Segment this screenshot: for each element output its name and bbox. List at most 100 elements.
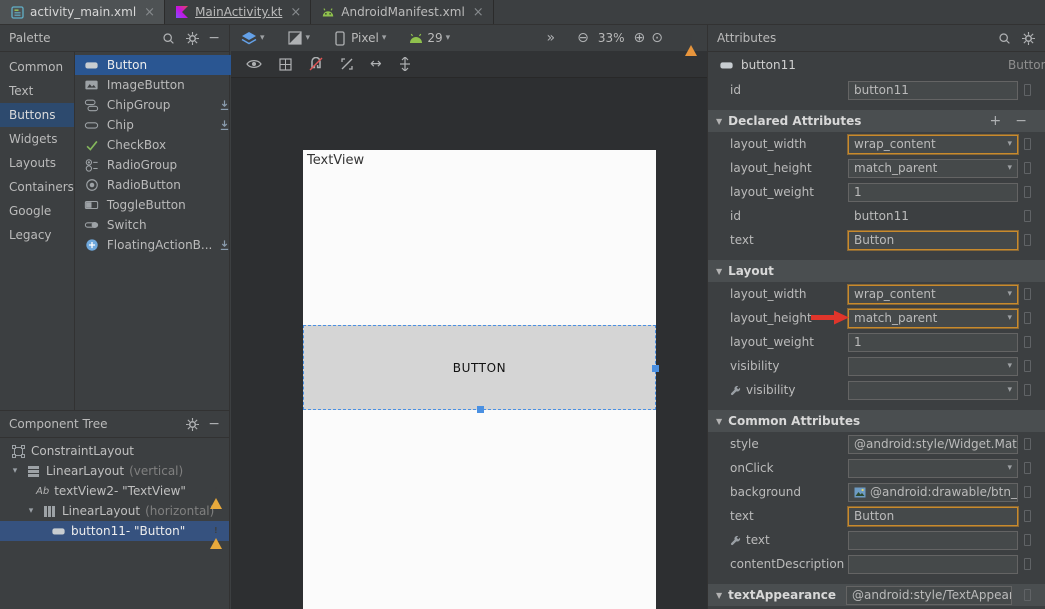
attr-flag-icon[interactable] [1024, 138, 1031, 150]
attr-flag-icon[interactable] [1024, 210, 1031, 222]
design-surface-selector[interactable]: ▾ [241, 30, 265, 46]
chevron-down-icon[interactable]: ▾ [26, 506, 36, 516]
attr-flag-icon[interactable] [1024, 384, 1031, 396]
attr-flag-icon[interactable] [1024, 462, 1031, 474]
palette-category-layouts[interactable]: Layouts [0, 151, 74, 175]
palette-item-chipgroup[interactable]: ChipGroup [75, 95, 237, 115]
palette-category-legacy[interactable]: Legacy [0, 223, 74, 247]
close-icon[interactable]: × [290, 6, 301, 19]
tools-text-input[interactable] [848, 531, 1018, 550]
palette-item-floatingactionbutton[interactable]: FloatingActionB... [75, 235, 237, 255]
palette-item-chip[interactable]: Chip [75, 115, 237, 135]
section-collapse-icon[interactable]: ▼ [716, 267, 722, 276]
palette-category-buttons[interactable]: Buttons [0, 103, 74, 127]
attr-flag-icon[interactable] [1024, 84, 1031, 96]
tree-item-constraintlayout[interactable]: ConstraintLayout [0, 441, 229, 461]
layout-weight-input[interactable]: 1 [848, 333, 1018, 352]
section-common-attributes[interactable]: ▼ Common Attributes [708, 410, 1045, 432]
palette-category-text[interactable]: Text [0, 79, 74, 103]
content-description-input[interactable] [848, 555, 1018, 574]
warning-icon[interactable]: ! [210, 524, 222, 538]
attr-flag-icon[interactable] [1024, 589, 1031, 601]
section-collapse-icon[interactable]: ▼ [716, 117, 722, 126]
layout-width-dropdown[interactable]: wrap_content▾ [848, 135, 1018, 154]
tree-item-linearlayout-horizontal[interactable]: ▾ LinearLayout (horizontal) [0, 501, 229, 521]
id-input[interactable]: button11 [848, 81, 1018, 100]
section-text-appearance[interactable]: ▼ textAppearance @android:style/TextAppe… [708, 584, 1045, 606]
palette-item-checkbox[interactable]: CheckBox [75, 135, 237, 155]
overflow-chevrons-icon[interactable]: » [547, 30, 556, 46]
style-dropdown[interactable]: @android:style/Widget.Mat▾ [848, 435, 1018, 454]
zoom-out-icon[interactable]: ⊖ [577, 30, 589, 46]
tab-androidmanifest-xml[interactable]: AndroidManifest.xml × [311, 0, 493, 24]
resize-handle-right[interactable] [652, 365, 659, 372]
expand-horizontal-icon[interactable]: ↔ [370, 57, 382, 71]
attr-flag-icon[interactable] [1024, 558, 1031, 570]
tree-item-linearlayout-vertical[interactable]: ▾ LinearLayout (vertical) [0, 461, 229, 481]
layout-weight-input[interactable]: 1 [848, 183, 1018, 202]
layout-height-dropdown[interactable]: match_parent▾ [848, 159, 1018, 178]
section-declared-attributes[interactable]: ▼ Declared Attributes + − [708, 110, 1045, 132]
search-icon[interactable] [996, 30, 1012, 46]
canvas-selected-button[interactable]: BUTTON [303, 325, 656, 410]
background-input[interactable]: @android:drawable/btn_defau [848, 483, 1018, 502]
resize-handle-bottom[interactable] [477, 406, 484, 413]
palette-item-button[interactable]: Button [75, 55, 237, 75]
tools-visibility-dropdown[interactable]: ▾ [848, 381, 1018, 400]
attr-flag-icon[interactable] [1024, 534, 1031, 546]
add-attribute-icon[interactable]: + [986, 113, 1006, 129]
gear-icon[interactable] [184, 416, 200, 432]
visibility-dropdown[interactable]: ▾ [848, 357, 1018, 376]
device-screen[interactable]: TextView BUTTON [303, 150, 656, 609]
gear-icon[interactable] [184, 30, 200, 46]
warning-icon[interactable]: ! [210, 484, 222, 498]
orientation-selector[interactable]: ▾ [287, 30, 311, 46]
default-margins-icon[interactable] [397, 56, 413, 72]
clear-constraints-icon[interactable] [339, 56, 355, 72]
zoom-to-fit-icon[interactable]: ⊙ [651, 30, 663, 46]
text-appearance-dropdown[interactable]: @android:style/TextAppear▾ [846, 586, 1012, 605]
layout-height-dropdown[interactable]: match_parent▾ [848, 309, 1018, 328]
chevron-down-icon[interactable]: ▾ [10, 466, 20, 476]
attr-flag-icon[interactable] [1024, 510, 1031, 522]
palette-item-radiobutton[interactable]: RadioButton [75, 175, 237, 195]
blueprint-toggle-icon[interactable] [277, 56, 293, 72]
autoconnect-off-icon[interactable] [308, 56, 324, 72]
attr-flag-icon[interactable] [1024, 234, 1031, 246]
view-options-icon[interactable] [246, 56, 262, 72]
palette-item-togglebutton[interactable]: ToggleButton [75, 195, 237, 215]
canvas-textview[interactable]: TextView [307, 153, 364, 168]
layout-width-dropdown[interactable]: wrap_content▾ [848, 285, 1018, 304]
attr-flag-icon[interactable] [1024, 312, 1031, 324]
section-collapse-icon[interactable]: ▼ [716, 417, 722, 426]
attr-flag-icon[interactable] [1024, 288, 1031, 300]
api-selector[interactable]: 29 ▾ [408, 30, 450, 46]
onclick-dropdown[interactable]: ▾ [848, 459, 1018, 478]
gear-icon[interactable] [1020, 30, 1036, 46]
close-icon[interactable]: × [144, 6, 155, 19]
palette-category-containers[interactable]: Containers [0, 175, 74, 199]
text-input[interactable]: Button [848, 231, 1018, 250]
palette-item-radiogroup[interactable]: RadioGroup [75, 155, 237, 175]
palette-item-imagebutton[interactable]: ImageButton [75, 75, 237, 95]
attr-flag-icon[interactable] [1024, 186, 1031, 198]
hide-panel-icon[interactable]: − [208, 417, 220, 431]
attr-flag-icon[interactable] [1024, 438, 1031, 450]
id-value[interactable]: button11 [848, 207, 1018, 226]
close-icon[interactable]: × [473, 6, 484, 19]
attr-flag-icon[interactable] [1024, 162, 1031, 174]
hide-panel-icon[interactable]: − [208, 31, 220, 45]
attr-flag-icon[interactable] [1024, 336, 1031, 348]
tree-item-textview2[interactable]: Ab textView2- "TextView" ! [0, 481, 229, 501]
section-collapse-icon[interactable]: ▼ [716, 591, 722, 600]
tab-activity-main-xml[interactable]: activity_main.xml × [0, 0, 165, 24]
section-layout[interactable]: ▼ Layout [708, 260, 1045, 282]
remove-attribute-icon[interactable]: − [1011, 113, 1031, 129]
palette-category-common[interactable]: Common [0, 55, 74, 79]
text-input[interactable]: Button [848, 507, 1018, 526]
tab-mainactivity-kt[interactable]: MainActivity.kt × [165, 0, 311, 24]
palette-category-widgets[interactable]: Widgets [0, 127, 74, 151]
device-selector[interactable]: Pixel ▾ [332, 30, 386, 46]
palette-category-google[interactable]: Google [0, 199, 74, 223]
attr-flag-icon[interactable] [1024, 486, 1031, 498]
